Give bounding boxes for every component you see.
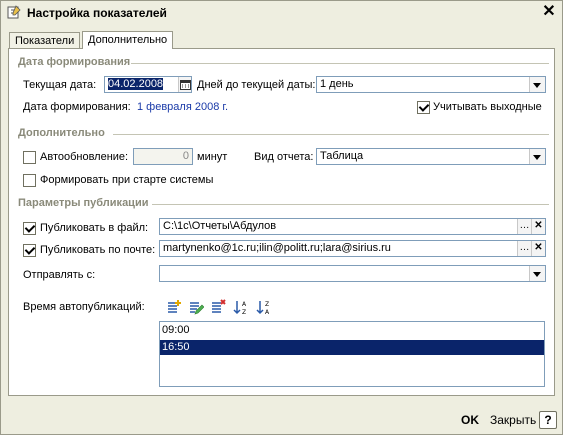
close-window-button[interactable]: ✕ — [541, 3, 557, 21]
publish-mail-label: Публиковать по почте: — [40, 244, 156, 256]
current-date-field[interactable]: 04.02.2008 — [104, 76, 192, 93]
autopub-times-list[interactable]: 09:00 16:50 — [159, 321, 545, 387]
section-divider — [131, 63, 549, 64]
days-value: 1 день — [320, 78, 354, 90]
close-button[interactable]: Закрыть — [490, 413, 536, 427]
weekends-checkbox[interactable] — [417, 101, 430, 114]
publish-mail-checkbox[interactable] — [23, 244, 36, 257]
svg-text:Z: Z — [265, 301, 269, 308]
edit-icon[interactable] — [188, 299, 204, 315]
report-view-select[interactable]: Таблица — [316, 148, 546, 165]
sort-descending-icon[interactable]: Z A — [256, 299, 272, 315]
current-date-label: Текущая дата: — [23, 79, 97, 91]
tab-additional[interactable]: Дополнительно — [82, 31, 174, 49]
window-title: Настройка показателей — [27, 6, 167, 20]
section-divider — [152, 204, 549, 205]
startup-label: Формировать при старте системы — [40, 174, 214, 186]
autopub-label: Время автопубликаций: — [23, 301, 145, 313]
svg-text:A: A — [242, 301, 247, 308]
report-view-label: Вид отчета: — [254, 151, 314, 163]
days-label: Дней до текущей даты: — [197, 79, 316, 91]
help-icon[interactable]: ? — [539, 411, 557, 429]
sort-ascending-icon[interactable]: A Z — [233, 299, 249, 315]
browse-button[interactable]: … — [517, 241, 531, 256]
publish-mail-value: martynenko@1c.ru;ilin@politt.ru;lara@sir… — [163, 242, 391, 254]
svg-text:Z: Z — [242, 309, 246, 315]
publish-file-label: Публиковать в файл: — [40, 222, 149, 234]
section-publish-title: Параметры публикации — [18, 197, 149, 209]
list-item[interactable]: 16:50 — [160, 340, 544, 355]
send-from-label: Отправлять с: — [23, 269, 96, 281]
current-date-value: 04.02.2008 — [108, 78, 164, 90]
section-date-title: Дата формирования — [18, 56, 131, 68]
clear-icon[interactable]: ✕ — [531, 241, 545, 256]
clear-icon[interactable]: ✕ — [531, 219, 545, 234]
formation-date-label: Дата формирования: — [23, 101, 131, 113]
publish-file-value: C:\1c\Отчеты\Абдулов — [163, 220, 277, 232]
chevron-down-icon[interactable] — [529, 149, 545, 164]
autoupdate-minutes-field[interactable]: 0 — [133, 148, 193, 165]
publish-mail-field[interactable]: martynenko@1c.ru;ilin@politt.ru;lara@sir… — [159, 240, 546, 257]
settings-window: Настройка показателей ✕ Показатели Допол… — [0, 0, 563, 435]
chevron-down-icon[interactable] — [529, 77, 545, 92]
ok-button[interactable]: OK — [461, 413, 479, 427]
autoupdate-checkbox[interactable] — [23, 151, 36, 164]
section-extra-title: Дополнительно — [18, 127, 105, 139]
section-divider — [113, 134, 549, 135]
list-item[interactable]: 09:00 — [160, 323, 544, 338]
publish-file-checkbox[interactable] — [23, 222, 36, 235]
publish-file-field[interactable]: C:\1c\Отчеты\Абдулов … ✕ — [159, 218, 546, 235]
weekends-label: Учитывать выходные — [433, 101, 542, 113]
add-icon[interactable] — [166, 299, 182, 315]
delete-icon[interactable] — [210, 299, 226, 315]
minutes-unit-label: минут — [197, 151, 228, 163]
chevron-down-icon[interactable] — [529, 266, 545, 281]
browse-button[interactable]: … — [517, 219, 531, 234]
formation-date-link[interactable]: 1 февраля 2008 г. — [137, 101, 228, 113]
svg-text:A: A — [265, 309, 270, 315]
startup-checkbox[interactable] — [23, 174, 36, 187]
autoupdate-label: Автообновление: — [40, 151, 129, 163]
report-view-value: Таблица — [320, 150, 364, 162]
tab-indicators[interactable]: Показатели — [9, 32, 81, 49]
send-from-select[interactable] — [159, 265, 546, 282]
calendar-icon[interactable] — [178, 77, 191, 92]
window-icon — [7, 5, 21, 19]
title-bar: Настройка показателей ✕ — [1, 1, 562, 25]
days-select[interactable]: 1 день — [316, 76, 546, 93]
